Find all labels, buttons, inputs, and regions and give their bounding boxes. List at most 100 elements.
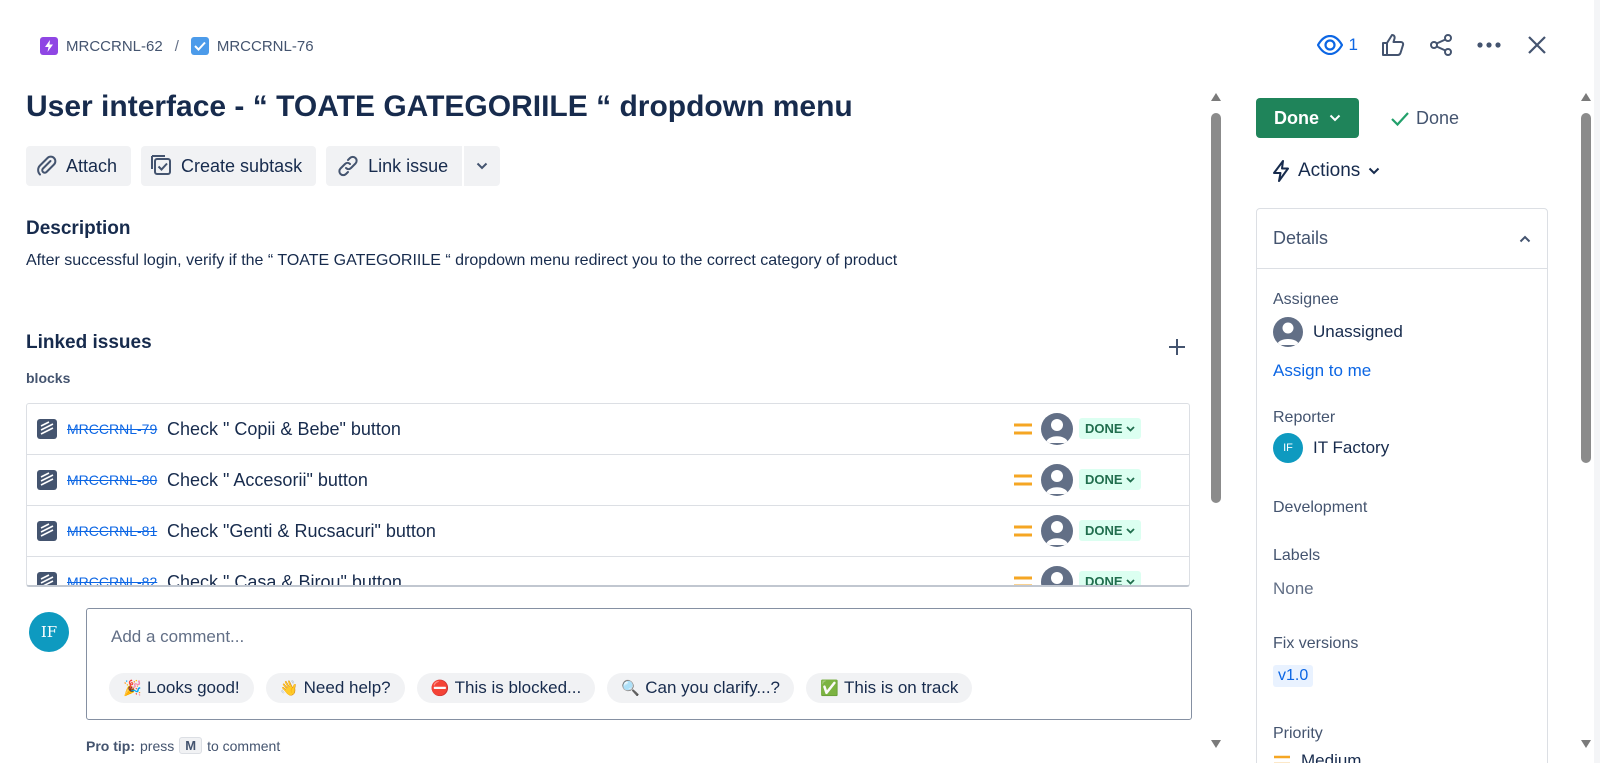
pro-tip-rest: to comment — [207, 737, 281, 754]
issue-title[interactable]: User interface - “ TOATE GATEGORIILE “ d… — [26, 90, 853, 124]
actions-dropdown[interactable]: Actions — [1272, 160, 1380, 182]
linked-issues-list: MRCCRNL-79 Check " Copii & Bebe" button … — [26, 403, 1190, 587]
priority-medium-icon — [1014, 474, 1032, 486]
linked-issue-summary[interactable]: Check " Copii & Bebe" button — [167, 419, 401, 440]
linked-issue-summary[interactable]: Check "Genti & Rucsacuri" button — [167, 521, 436, 542]
status-label: Done — [1274, 107, 1319, 128]
quick-reply-looks-good[interactable]: 🎉 Looks good! — [109, 673, 254, 703]
linked-issue-row[interactable]: MRCCRNL-82 Check " Casa & Birou" button … — [27, 557, 1189, 587]
link-relation-label: blocks — [26, 370, 71, 386]
scrollbar-thumb[interactable] — [1581, 113, 1591, 463]
attach-button[interactable]: Attach — [26, 146, 132, 186]
reporter-name: IT Factory — [1313, 438, 1390, 457]
linked-issue-key[interactable]: MRCCRNL-82 — [67, 574, 167, 585]
unassigned-avatar-icon — [1041, 566, 1073, 585]
scroll-down-arrow-icon[interactable] — [1211, 740, 1221, 748]
comment-placeholder: Add a comment... — [111, 627, 245, 646]
link-icon — [338, 155, 358, 177]
chevron-down-icon — [1329, 114, 1341, 122]
create-subtask-label: Create subtask — [181, 155, 303, 176]
comment-input[interactable]: Add a comment... 🎉 Looks good! 👋 Need help… — [86, 608, 1192, 720]
chevron-down-icon — [1125, 476, 1135, 483]
priority-medium-icon — [1274, 755, 1290, 763]
status-text: DONE — [1085, 472, 1123, 487]
linked-issue-summary[interactable]: Check " Accesorii" button — [167, 470, 368, 491]
linked-issue-row[interactable]: MRCCRNL-80 Check " Accesorii" button DON… — [27, 455, 1189, 506]
priority-medium-icon — [1014, 525, 1032, 537]
no-entry-icon: ⛔ — [430, 680, 450, 697]
test-issue-type-icon — [37, 572, 57, 585]
details-heading: Details — [1273, 228, 1329, 248]
link-issue-group: Link issue — [326, 146, 501, 186]
task-icon — [190, 37, 209, 55]
quick-reply-clarify[interactable]: 🔍 Can you clarify...? — [607, 673, 795, 703]
keyboard-key: M — [179, 737, 203, 754]
create-subtask-button[interactable]: Create subtask — [141, 146, 317, 186]
chip-label: Can you clarify...? — [645, 678, 781, 697]
linked-issue-key[interactable]: MRCCRNL-80 — [67, 472, 167, 488]
description-text[interactable]: After successful login, verify if the “ … — [26, 252, 897, 270]
labels-label: Labels — [1273, 547, 1321, 564]
status-lozenge[interactable]: DONE — [1079, 469, 1141, 490]
like-button[interactable] — [1380, 32, 1406, 58]
scroll-up-arrow-icon[interactable] — [1211, 93, 1221, 101]
status-dropdown-button[interactable]: Done — [1256, 98, 1359, 138]
unassigned-avatar-icon — [1041, 413, 1073, 445]
window-edge — [1594, 0, 1600, 763]
linked-issue-row[interactable]: MRCCRNL-79 Check " Copii & Bebe" button … — [27, 404, 1189, 455]
priority-value[interactable]: Medium — [1273, 751, 1361, 763]
pro-tip-press: press — [140, 737, 175, 754]
linked-issue-row[interactable]: MRCCRNL-81 Check "Genti & Rucsacuri" but… — [27, 506, 1189, 557]
status-lozenge[interactable]: DONE — [1079, 520, 1141, 541]
test-issue-type-icon — [37, 521, 57, 541]
close-button[interactable] — [1524, 32, 1550, 58]
scroll-down-arrow-icon[interactable] — [1581, 740, 1591, 748]
status-text: DONE — [1085, 574, 1123, 587]
watch-button[interactable]: 1 — [1316, 35, 1358, 55]
reporter-value[interactable]: IF IT Factory — [1273, 433, 1389, 463]
chevron-down-icon — [1125, 578, 1135, 585]
assign-to-me-link[interactable]: Assign to me — [1273, 361, 1371, 381]
main-scrollbar[interactable] — [1208, 93, 1224, 763]
link-issue-dropdown-button[interactable] — [464, 146, 501, 186]
linked-issue-key[interactable]: MRCCRNL-79 — [67, 421, 167, 437]
linked-issue-key[interactable]: MRCCRNL-81 — [67, 523, 167, 539]
lightning-icon — [1273, 160, 1289, 182]
issue-toolbar: Attach Create subtask Link issue — [26, 146, 501, 186]
details-header[interactable]: Details — [1257, 209, 1547, 269]
unassigned-avatar-icon — [1041, 515, 1073, 547]
more-options-button[interactable] — [1476, 32, 1502, 58]
attach-label: Attach — [66, 155, 118, 176]
breadcrumb-parent-link[interactable]: MRCCRNL-62 — [66, 38, 163, 55]
labels-value[interactable]: None — [1273, 579, 1314, 599]
scroll-up-arrow-icon[interactable] — [1581, 93, 1591, 101]
quick-reply-on-track[interactable]: ✅ This is on track — [806, 673, 973, 703]
chevron-down-icon — [1125, 527, 1135, 534]
assignee-value[interactable]: Unassigned — [1273, 317, 1403, 347]
fix-version-lozenge[interactable]: v1.0 — [1273, 665, 1314, 687]
priority-name: Medium — [1301, 751, 1362, 763]
chevron-down-icon — [1125, 425, 1135, 432]
scrollbar-thumb[interactable] — [1211, 113, 1221, 503]
linked-issue-summary[interactable]: Check " Casa & Birou" button — [167, 572, 402, 586]
chevron-down-icon — [1369, 167, 1380, 175]
unassigned-avatar-icon — [1041, 464, 1073, 496]
breadcrumb-current-link[interactable]: MRCCRNL-76 — [217, 38, 314, 55]
side-scrollbar[interactable] — [1578, 93, 1594, 763]
more-icon — [1477, 42, 1501, 48]
status-lozenge[interactable]: DONE — [1079, 571, 1141, 587]
quick-reply-need-help[interactable]: 👋 Need help? — [265, 673, 405, 703]
quick-reply-blocked[interactable]: ⛔ This is blocked... — [416, 673, 596, 703]
reporter-avatar: IF — [1273, 433, 1303, 463]
details-panel: Details Assignee Unassigned Assign to me… — [1256, 208, 1548, 763]
priority-medium-icon — [1014, 576, 1032, 585]
development-label: Development — [1273, 499, 1368, 516]
party-icon: 🎉 — [123, 680, 142, 697]
chevron-up-icon — [1519, 235, 1531, 242]
share-button[interactable] — [1428, 32, 1454, 58]
chip-label: This is blocked... — [454, 678, 582, 697]
add-linked-issue-icon[interactable] — [1166, 336, 1188, 358]
paperclip-icon — [37, 155, 57, 176]
link-issue-button[interactable]: Link issue — [326, 146, 463, 186]
status-lozenge[interactable]: DONE — [1079, 418, 1141, 439]
